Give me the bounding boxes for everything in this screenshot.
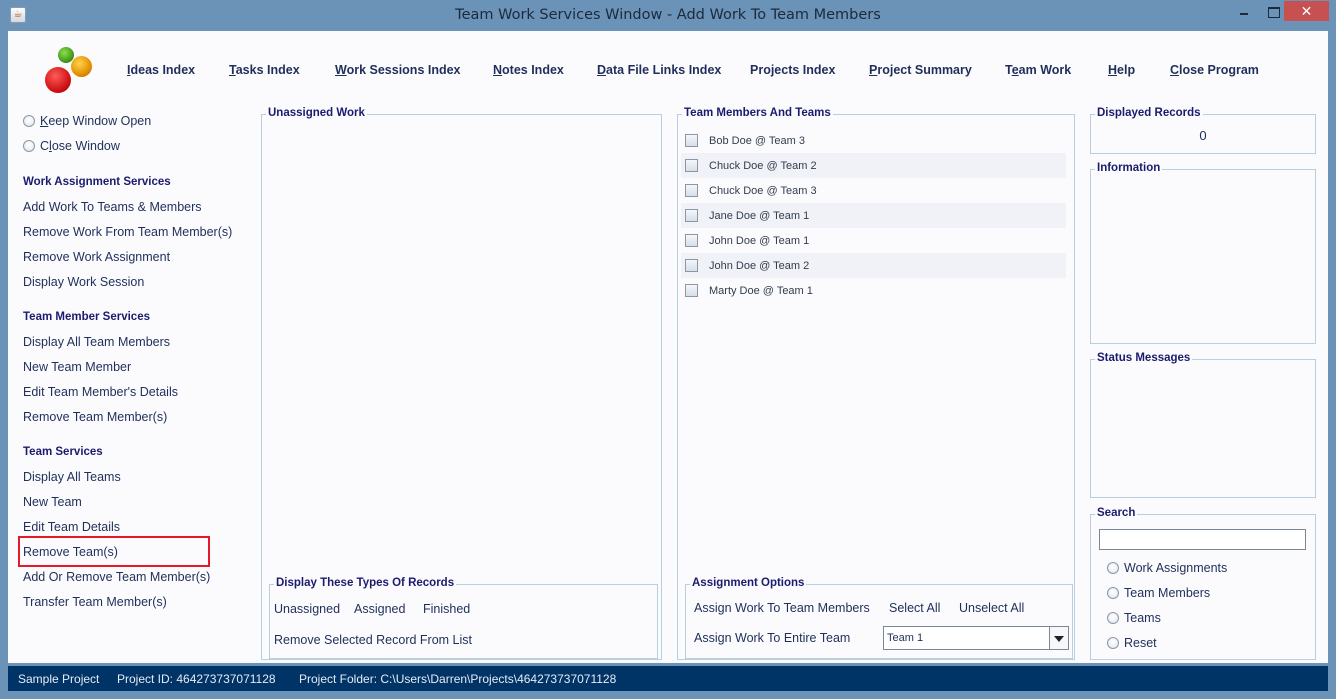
radio-icon[interactable]: [1107, 587, 1119, 599]
nav-help[interactable]: Help: [1108, 63, 1135, 77]
team-member-row[interactable]: Jane Doe @ Team 1: [681, 203, 1066, 228]
nav-project-summary[interactable]: Project Summary: [869, 63, 972, 77]
sidebar-item-new-team[interactable]: New Team: [23, 495, 82, 509]
radio-icon[interactable]: [1107, 562, 1119, 574]
unassigned-work-list[interactable]: [264, 123, 659, 578]
chevron-down-icon[interactable]: [1050, 627, 1068, 649]
checkbox-icon[interactable]: [685, 259, 698, 272]
team-member-services-heading: Team Member Services: [23, 311, 150, 323]
nav-projects-index[interactable]: Projects Index: [750, 63, 835, 77]
nav-data-file-links-index[interactable]: Data File Links Index: [597, 63, 721, 77]
highlight-box: [18, 536, 210, 567]
team-member-row[interactable]: John Doe @ Team 2: [681, 253, 1066, 278]
checkbox-icon[interactable]: [685, 134, 698, 147]
close-window-radio[interactable]: Close Window: [23, 138, 120, 154]
select-all-button[interactable]: Select All: [889, 601, 940, 615]
search-input[interactable]: [1100, 530, 1305, 549]
search-input-box[interactable]: [1099, 529, 1306, 550]
search-panel: Search Work Assignments Team Members Tea…: [1090, 507, 1316, 660]
filter-unassigned[interactable]: Unassigned: [274, 602, 340, 616]
sidebar-item-add-work-to-teams-members[interactable]: Add Work To Teams & Members: [23, 200, 202, 214]
search-legend: Search: [1095, 507, 1138, 519]
sidebar-item-remove-work-from-team-members[interactable]: Remove Work From Team Member(s): [23, 225, 232, 239]
information-panel: Information: [1090, 162, 1316, 344]
team-select-value: Team 1: [884, 627, 1050, 649]
sidebar-item-edit-team-details[interactable]: Edit Team Details: [23, 520, 120, 534]
displayed-records-legend: Displayed Records: [1095, 107, 1203, 119]
sidebar-item-new-team-member[interactable]: New Team Member: [23, 360, 131, 374]
team-member-row[interactable]: John Doe @ Team 1: [681, 228, 1066, 253]
team-member-row[interactable]: Bob Doe @ Team 3: [681, 128, 1066, 153]
filter-assigned[interactable]: Assigned: [354, 602, 405, 616]
filter-finished[interactable]: Finished: [423, 602, 470, 616]
minimize-icon[interactable]: [1231, 1, 1257, 21]
status-bar: Sample Project Project ID: 4642737370711…: [8, 666, 1328, 691]
window-title: Team Work Services Window - Add Work To …: [455, 7, 881, 23]
checkbox-icon[interactable]: [685, 159, 698, 172]
unselect-all-button[interactable]: Unselect All: [959, 601, 1024, 615]
information-legend: Information: [1095, 162, 1163, 174]
nav-team-work[interactable]: Team Work: [1005, 63, 1071, 77]
remove-selected-record-button[interactable]: Remove Selected Record From List: [274, 633, 472, 647]
checkbox-icon[interactable]: [685, 234, 698, 247]
checkbox-icon[interactable]: [685, 184, 698, 197]
team-members-panel: Team Members And Teams Bob Doe @ Team 3 …: [677, 107, 1075, 660]
team-members-legend: Team Members And Teams: [682, 107, 833, 119]
nav-close-program[interactable]: Close Program: [1170, 63, 1259, 77]
team-select-dropdown[interactable]: Team 1: [883, 626, 1069, 650]
project-folder: Project Folder: C:\Users\Darren\Projects…: [299, 672, 617, 686]
assign-work-to-entire-team-button[interactable]: Assign Work To Entire Team: [694, 631, 850, 645]
display-record-types-legend: Display These Types Of Records: [274, 577, 457, 589]
sidebar-item-remove-team-members[interactable]: Remove Team Member(s): [23, 410, 167, 424]
sidebar-item-remove-work-assignment[interactable]: Remove Work Assignment: [23, 250, 170, 264]
assignment-options-legend: Assignment Options: [690, 577, 807, 589]
team-member-row[interactable]: Marty Doe @ Team 1: [681, 278, 1066, 303]
window-titlebar[interactable]: ☕ Team Work Services Window - Add Work T…: [0, 0, 1336, 31]
search-reset-radio[interactable]: Reset: [1107, 635, 1157, 651]
team-member-row[interactable]: Chuck Doe @ Team 3: [681, 178, 1066, 203]
nav-notes-index[interactable]: Notes Index: [493, 63, 564, 77]
status-messages-panel: Status Messages: [1090, 352, 1316, 498]
work-assignment-services-heading: Work Assignment Services: [23, 176, 171, 188]
nav-tasks-index[interactable]: Tasks Index: [229, 63, 300, 77]
assign-work-to-team-members-button[interactable]: Assign Work To Team Members: [694, 601, 870, 615]
checkbox-icon[interactable]: [685, 284, 698, 297]
close-icon[interactable]: ✕: [1284, 1, 1329, 21]
unassigned-work-legend: Unassigned Work: [266, 107, 367, 119]
status-messages-legend: Status Messages: [1095, 352, 1193, 364]
sidebar-item-add-or-remove-team-members[interactable]: Add Or Remove Team Member(s): [23, 570, 210, 584]
window-client-area: Ideas Index Tasks Index Work Sessions In…: [8, 31, 1328, 663]
sidebar-item-display-all-teams[interactable]: Display All Teams: [23, 470, 121, 484]
radio-icon[interactable]: [23, 140, 35, 152]
radio-icon[interactable]: [1107, 637, 1119, 649]
keep-window-open-radio[interactable]: Keep Window Open: [23, 113, 151, 129]
project-id: Project ID: 464273737071128: [117, 672, 276, 686]
team-member-row[interactable]: Chuck Doe @ Team 2: [681, 153, 1066, 178]
display-record-types-panel: Display These Types Of Records Unassigne…: [269, 577, 658, 659]
nav-work-sessions-index[interactable]: Work Sessions Index: [335, 63, 461, 77]
sidebar-item-edit-team-member-details[interactable]: Edit Team Member's Details: [23, 385, 178, 399]
assignment-options-panel: Assignment Options Assign Work To Team M…: [685, 577, 1073, 659]
sidebar-item-display-work-session[interactable]: Display Work Session: [23, 275, 144, 289]
search-teams-radio[interactable]: Teams: [1107, 610, 1161, 626]
checkbox-icon[interactable]: [685, 209, 698, 222]
radio-icon[interactable]: [23, 115, 35, 127]
project-name: Sample Project: [18, 672, 100, 686]
sidebar-item-transfer-team-members[interactable]: Transfer Team Member(s): [23, 595, 167, 609]
top-navigation: Ideas Index Tasks Index Work Sessions In…: [8, 63, 1328, 79]
nav-ideas-index[interactable]: Ideas Index: [127, 63, 195, 77]
search-work-assignments-radio[interactable]: Work Assignments: [1107, 560, 1227, 576]
sidebar-item-display-all-team-members[interactable]: Display All Team Members: [23, 335, 170, 349]
unassigned-work-panel: Unassigned Work Display These Types Of R…: [261, 107, 662, 660]
radio-icon[interactable]: [1107, 612, 1119, 624]
search-team-members-radio[interactable]: Team Members: [1107, 585, 1210, 601]
team-services-heading: Team Services: [23, 446, 103, 458]
displayed-records-count: 0: [1199, 128, 1207, 143]
displayed-records-panel: Displayed Records 0: [1090, 107, 1316, 154]
